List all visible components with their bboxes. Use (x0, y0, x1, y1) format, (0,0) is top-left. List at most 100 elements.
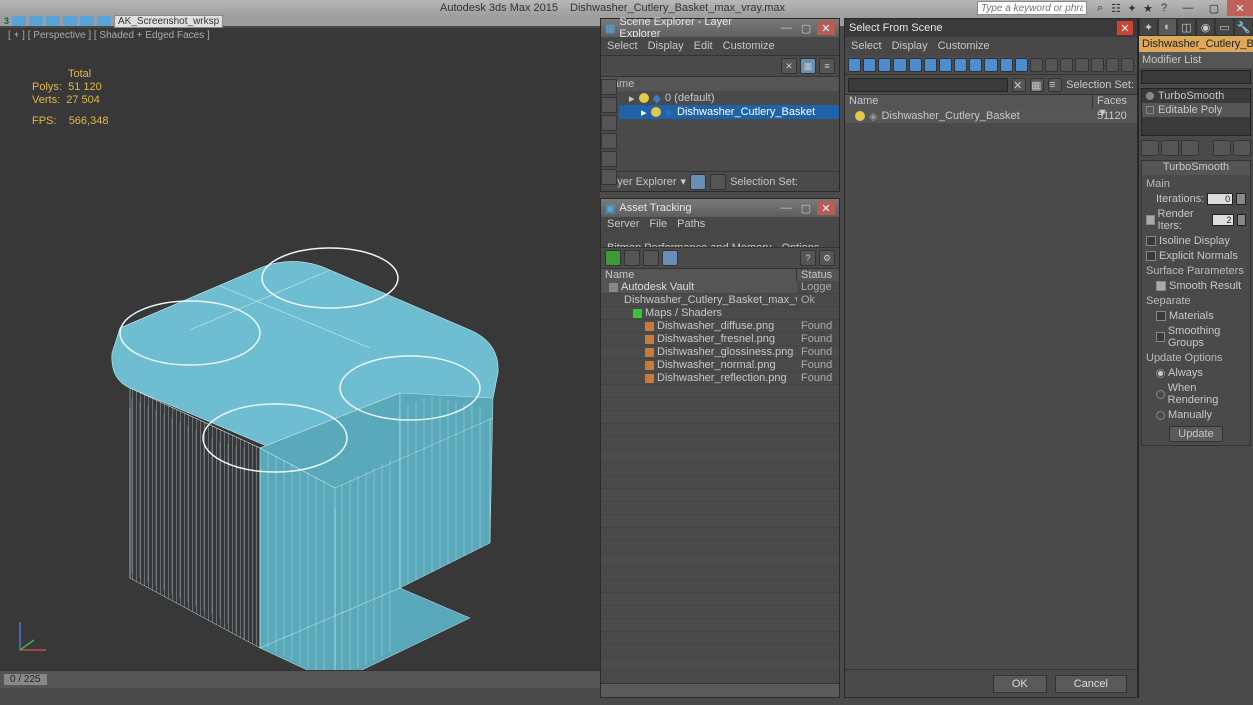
object-row[interactable]: ◈Dishwasher_Cutlery_Basket 51120 (845, 109, 1137, 123)
icon[interactable] (710, 174, 726, 190)
minimize-button[interactable]: — (777, 201, 795, 215)
link-icon[interactable] (97, 16, 111, 26)
cancel-button[interactable]: Cancel (1055, 675, 1127, 693)
close-button[interactable]: ✕ (817, 21, 835, 35)
redo-icon[interactable] (80, 16, 94, 26)
column-header[interactable]: Name (601, 77, 839, 91)
filter-icon[interactable] (939, 58, 952, 72)
layer-explorer-titlebar[interactable]: ▦ Scene Explorer - Layer Explorer — ▢ ✕ (601, 19, 839, 37)
tool-icon[interactable] (601, 115, 617, 131)
sfs-titlebar[interactable]: Select From Scene ✕ (845, 19, 1137, 37)
iterations-spinner[interactable]: 0 (1207, 193, 1233, 205)
display-tab[interactable]: ▭ (1215, 18, 1234, 36)
filter-icon[interactable] (893, 58, 906, 72)
visibility-icon[interactable] (855, 111, 865, 121)
workspace-selector[interactable]: AK_Screenshot_wrksp (114, 15, 223, 28)
filter-icon[interactable] (1045, 58, 1058, 72)
smoothing-groups-checkbox[interactable] (1156, 332, 1165, 342)
materials-checkbox[interactable] (1156, 311, 1166, 321)
app-menu-icon[interactable]: 3 (4, 16, 9, 26)
modifier-list-dropdown[interactable] (1141, 70, 1251, 84)
update-button[interactable]: Update (1169, 426, 1222, 442)
asset-row[interactable]: Autodesk VaultLogge (601, 281, 839, 294)
filter-icon[interactable] (1015, 58, 1028, 72)
exchange-icon[interactable]: ✦ (1125, 1, 1139, 15)
filter-icon[interactable] (1106, 58, 1119, 72)
filter-icon[interactable] (924, 58, 937, 72)
utilities-tab[interactable]: 🔧 (1234, 18, 1253, 36)
name-filter-input[interactable] (848, 78, 1008, 92)
asset-row[interactable]: Maps / Shaders (601, 307, 839, 320)
filter-icon[interactable] (1030, 58, 1043, 72)
spinner-buttons[interactable] (1237, 214, 1246, 226)
modify-tab[interactable]: ◐ (1158, 18, 1177, 36)
layer-tree[interactable]: ▸ ◆ 0 (default) ▸ ◈ Dishwasher_Cutlery_B… (601, 91, 839, 171)
modifier-stack[interactable]: TurboSmooth Editable Poly (1141, 88, 1251, 136)
settings-icon[interactable]: ⚙ (819, 250, 835, 266)
manually-radio[interactable] (1156, 411, 1165, 420)
refresh-icon[interactable] (605, 250, 621, 266)
signin-icon[interactable]: ☷ (1109, 1, 1123, 15)
favorites-icon[interactable]: ★ (1141, 1, 1155, 15)
filter-icon[interactable] (1075, 58, 1088, 72)
filter-icon[interactable] (1060, 58, 1073, 72)
maximize-button[interactable]: ▢ (797, 201, 815, 215)
filter-icon[interactable] (909, 58, 922, 72)
close-button[interactable]: ✕ (817, 201, 835, 215)
icon[interactable] (643, 250, 659, 266)
configure-icon[interactable] (1233, 140, 1251, 156)
layers-icon[interactable]: ≡ (819, 58, 835, 74)
asset-row[interactable]: Dishwasher_normal.pngFound (601, 359, 839, 372)
help-icon[interactable]: ? (800, 250, 816, 266)
create-tab[interactable]: ✦ (1139, 18, 1158, 36)
save-icon[interactable] (46, 16, 60, 26)
filter-icon[interactable]: ✕ (781, 58, 797, 74)
filter-icon[interactable] (878, 58, 891, 72)
tool-icon[interactable] (601, 133, 617, 149)
when-rendering-radio[interactable] (1156, 390, 1165, 399)
icon[interactable] (624, 250, 640, 266)
asset-row[interactable]: Dishwasher_reflection.pngFound (601, 372, 839, 385)
viewport-label[interactable]: [ + ] [ Perspective ] [ Shaded + Edged F… (8, 30, 210, 41)
filter-icon[interactable] (1121, 58, 1134, 72)
column-header[interactable]: Name Status (601, 269, 839, 281)
asset-tracking-titlebar[interactable]: ▣ Asset Tracking — ▢ ✕ (601, 199, 839, 217)
visibility-icon[interactable] (651, 107, 661, 117)
explicit-normals-checkbox[interactable] (1146, 251, 1156, 261)
undo-icon[interactable] (63, 16, 77, 26)
object-name-field[interactable]: Dishwasher_Cutlery_Basket (1139, 36, 1253, 52)
toggle-icon[interactable] (1146, 106, 1154, 114)
layer-row[interactable]: ▸ ◈ Dishwasher_Cutlery_Basket (619, 105, 839, 119)
frame-indicator[interactable]: 0 / 225 (4, 674, 47, 685)
filter-icon[interactable] (1000, 58, 1013, 72)
show-end-result-icon[interactable] (1161, 140, 1179, 156)
column-header[interactable]: Name Faces ▼ (845, 95, 1137, 109)
make-unique-icon[interactable] (1181, 140, 1199, 156)
isoline-checkbox[interactable] (1146, 236, 1156, 246)
new-icon[interactable] (12, 16, 26, 26)
minimize-button[interactable]: — (1175, 0, 1201, 16)
hierarchy-tab[interactable]: ◫ (1177, 18, 1196, 36)
filter-icon[interactable] (969, 58, 982, 72)
viewport[interactable]: [ + ] [ Perspective ] [ Shaded + Edged F… (0, 28, 600, 688)
remove-icon[interactable] (1213, 140, 1231, 156)
asset-row[interactable]: Dishwasher_diffuse.pngFound (601, 320, 839, 333)
sfs-grid[interactable]: Name Faces ▼ ◈Dishwasher_Cutlery_Basket … (845, 95, 1137, 669)
ok-button[interactable]: OK (993, 675, 1047, 693)
asset-row[interactable]: Dishwasher_glossiness.pngFound (601, 346, 839, 359)
minimize-button[interactable]: — (777, 21, 795, 35)
maximize-button[interactable]: ▢ (797, 21, 815, 35)
motion-tab[interactable]: ◉ (1196, 18, 1215, 36)
search-input[interactable] (977, 1, 1087, 15)
close-button[interactable]: ✕ (1227, 0, 1253, 16)
filter-icon[interactable] (954, 58, 967, 72)
close-button[interactable]: ✕ (1117, 21, 1133, 35)
visibility-icon[interactable] (639, 93, 649, 103)
infocenter-icon[interactable]: ⌕ (1093, 1, 1107, 15)
asset-row[interactable]: Dishwasher_fresnel.pngFound (601, 333, 839, 346)
always-radio[interactable] (1156, 369, 1165, 378)
icon[interactable]: ▦ (1030, 78, 1044, 92)
scrollbar[interactable] (601, 683, 839, 697)
toggle-icon[interactable] (1146, 92, 1154, 100)
icon[interactable] (662, 250, 678, 266)
